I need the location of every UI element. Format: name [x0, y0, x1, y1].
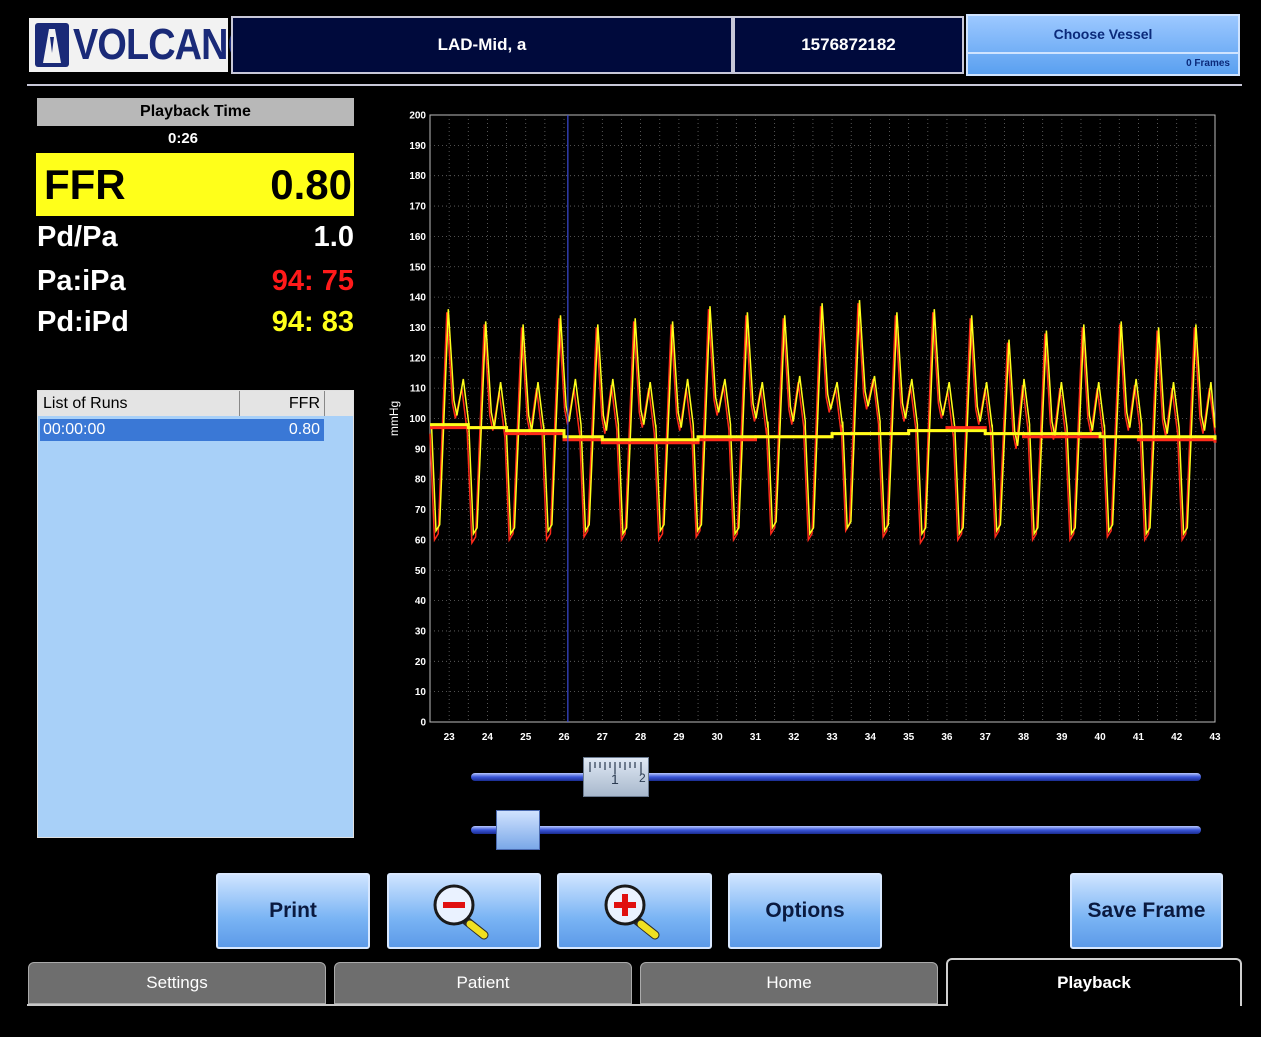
playback-time-title: Playback Time	[37, 98, 354, 126]
x-tick-label: 43	[1209, 732, 1221, 743]
x-tick-label: 29	[673, 732, 685, 743]
y-tick-label: 130	[409, 323, 426, 334]
x-tick-label: 42	[1171, 732, 1183, 743]
y-tick-label: 20	[415, 657, 427, 668]
x-tick-label: 41	[1133, 732, 1145, 743]
frames-count: 0 Frames	[1186, 58, 1230, 69]
tab-patient[interactable]: Patient	[334, 962, 632, 1004]
choose-vessel-button[interactable]: Choose Vessel 0 Frames	[966, 14, 1240, 76]
volcano-logo: VOLCANO	[29, 18, 257, 72]
run-ffr: 0.80	[288, 421, 320, 438]
x-tick-label: 38	[1018, 732, 1030, 743]
y-tick-label: 70	[415, 505, 427, 516]
x-tick-label: 30	[712, 732, 724, 743]
x-tick-label: 28	[635, 732, 647, 743]
run-time: 00:00:00	[43, 421, 106, 438]
volcano-logo-mark-icon	[35, 23, 69, 67]
y-tick-label: 80	[415, 475, 427, 486]
y-tick-label: 180	[409, 171, 426, 182]
y-tick-label: 60	[415, 535, 427, 546]
choose-vessel-divider	[968, 52, 1238, 54]
x-tick-label: 33	[827, 732, 839, 743]
runs-header-separator	[324, 391, 325, 416]
y-tick-label: 100	[409, 414, 426, 425]
print-button[interactable]: Print	[216, 873, 370, 949]
pdpa-value: 1.0	[313, 221, 354, 253]
x-tick-label: 39	[1056, 732, 1068, 743]
y-tick-label: 200	[409, 111, 426, 122]
runs-header-separator	[239, 391, 240, 416]
playback-time-value: 0:26	[167, 130, 199, 147]
x-tick-label: 31	[750, 732, 762, 743]
y-tick-label: 30	[415, 626, 427, 637]
x-tick-label: 35	[903, 732, 915, 743]
y-tick-label: 140	[409, 293, 426, 304]
tab-playback[interactable]: Playback	[946, 958, 1242, 1006]
ruler-icon: 1 2	[589, 762, 646, 787]
save-frame-button[interactable]: Save Frame	[1070, 873, 1223, 949]
y-axis-label: mmHg	[387, 401, 401, 436]
svg-text:2: 2	[639, 771, 646, 785]
y-tick-label: 50	[415, 566, 427, 577]
position-slider-track[interactable]	[471, 826, 1201, 834]
x-tick-label: 26	[558, 732, 570, 743]
x-tick-label: 36	[941, 732, 953, 743]
ffr-label: FFR	[44, 161, 126, 208]
y-tick-label: 0	[420, 718, 426, 729]
y-tick-label: 190	[409, 141, 426, 152]
pd-ipd-value: 94: 83	[271, 306, 354, 338]
brand-name: VOLCANO	[73, 20, 257, 69]
runs-ffr-header: FFR	[288, 395, 320, 412]
runs-header-label: List of Runs	[43, 395, 128, 412]
y-tick-label: 110	[410, 384, 427, 395]
zoom-slider-track[interactable]	[471, 773, 1201, 781]
x-tick-label: 37	[980, 732, 992, 743]
x-tick-label: 32	[788, 732, 800, 743]
tab-settings[interactable]: Settings	[28, 962, 326, 1004]
x-tick-label: 40	[1095, 732, 1107, 743]
x-tick-label: 34	[865, 732, 877, 743]
pa-ipa-label: Pa:iPa	[37, 265, 126, 297]
ffr-value: 0.80	[270, 161, 352, 208]
patient-id: 1576872182	[733, 16, 964, 74]
list-item[interactable]: 00:00:00 0.80	[40, 419, 324, 441]
zoom-out-icon	[433, 884, 489, 940]
choose-vessel-label: Choose Vessel	[1053, 26, 1153, 42]
x-tick-label: 25	[520, 732, 532, 743]
svg-text:1: 1	[611, 771, 619, 787]
y-tick-label: 170	[409, 202, 426, 213]
zoom-slider-handle[interactable]: 1 2	[583, 757, 649, 797]
header-divider	[27, 84, 1242, 86]
y-tick-label: 90	[415, 444, 427, 455]
tab-home[interactable]: Home	[640, 962, 938, 1004]
vessel-name: LAD-Mid, a	[231, 16, 733, 74]
y-tick-label: 40	[415, 596, 427, 607]
pd-ipd-label: Pd:iPd	[37, 306, 129, 338]
zoom-in-button[interactable]	[557, 873, 712, 949]
runs-header: List of Runs FFR	[38, 391, 353, 416]
ffr-box: FFR 0.80	[36, 153, 354, 216]
x-tick-label: 23	[444, 732, 456, 743]
x-tick-label: 24	[482, 732, 494, 743]
pa-ipa-value: 94: 75	[271, 265, 354, 297]
pressure-chart[interactable]: 0 10 20 30 40 50 60 70 80 90 100 110 120 130 140 150 160…	[380, 100, 1230, 750]
y-tick-label: 160	[409, 232, 426, 243]
options-button[interactable]: Options	[728, 873, 882, 949]
y-tick-label: 120	[409, 353, 426, 364]
x-tick-label: 27	[597, 732, 609, 743]
zoom-in-icon	[604, 884, 659, 940]
y-tick-label: 150	[409, 262, 426, 273]
pdpa-label: Pd/Pa	[37, 221, 118, 253]
position-slider-handle[interactable]	[496, 810, 540, 850]
list-of-runs[interactable]: List of Runs FFR 00:00:00 0.80	[37, 390, 354, 838]
y-tick-label: 10	[415, 687, 427, 698]
zoom-out-button[interactable]	[387, 873, 541, 949]
